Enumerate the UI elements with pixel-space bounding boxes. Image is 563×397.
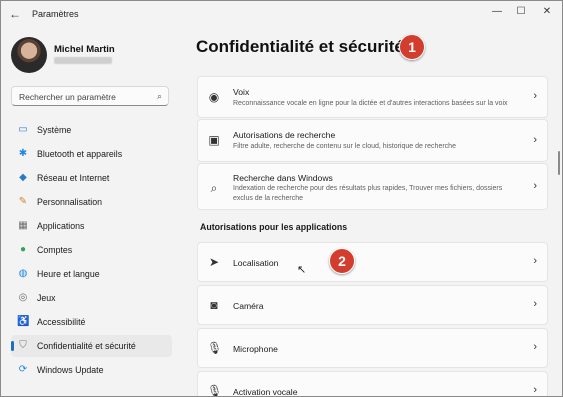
- shield-icon: ⛉: [19, 340, 27, 351]
- search-placeholder: Rechercher un paramètre: [19, 92, 116, 102]
- person-icon: ●: [19, 244, 27, 255]
- window-title: Paramètres: [32, 9, 79, 19]
- app-permission-card[interactable]: 🎙 Activation vocale ›: [197, 371, 548, 397]
- sidebar-item-label: Confidentialité et sécurité: [37, 341, 136, 351]
- title-bar: ← Paramètres — ☐ ✕: [1, 1, 562, 27]
- active-indicator: [11, 341, 14, 351]
- minimize-button[interactable]: —: [488, 5, 506, 19]
- search-input[interactable]: Rechercher un paramètre ⌕: [11, 86, 169, 106]
- section-heading-app-permissions: Autorisations pour les applications: [200, 222, 348, 232]
- card-title: Recherche dans Windows: [233, 173, 333, 183]
- card-title: Autorisations de recherche: [233, 130, 336, 140]
- voice-icon: ◉: [208, 90, 220, 104]
- location-icon: ➤: [208, 255, 220, 269]
- card-title: Microphone: [233, 344, 278, 354]
- search-permissions-icon: ▣: [208, 133, 220, 147]
- brush-icon: ✎: [18, 196, 28, 207]
- gamepad-icon: ◎: [18, 292, 28, 303]
- update-icon: ⟳: [18, 364, 28, 375]
- user-email-blurred: [54, 57, 112, 64]
- sidebar-item[interactable]: ● Comptes: [11, 239, 172, 261]
- sidebar-item[interactable]: ▦ Applications: [11, 215, 172, 237]
- chevron-right-icon: ›: [533, 341, 537, 353]
- card-description: Filtre adulte, recherche de contenu sur …: [233, 143, 456, 150]
- annotation-badge-2: 2: [329, 248, 355, 274]
- camera-icon: ◙: [210, 298, 218, 312]
- sidebar-item-label: Système: [37, 125, 72, 135]
- sidebar-item-label: Comptes: [37, 245, 73, 255]
- chevron-right-icon: ›: [533, 298, 537, 310]
- settings-card[interactable]: ▣ Autorisations de recherche Filtre adulte…: [197, 119, 548, 162]
- sidebar-item[interactable]: ◎ Jeux: [11, 287, 172, 309]
- card-title: Caméra: [233, 301, 264, 311]
- sidebar-item[interactable]: ✱ Bluetooth et appareils: [11, 143, 172, 165]
- card-description: Indexation de recherche pour des résulta…: [233, 185, 503, 202]
- card-title: Voix: [233, 87, 250, 97]
- mouse-cursor-icon: ↖: [297, 264, 307, 276]
- sidebar-item-label: Personnalisation: [37, 197, 103, 207]
- sidebar-item-label: Bluetooth et appareils: [37, 149, 123, 159]
- avatar[interactable]: [11, 37, 47, 73]
- wifi-icon: ◆: [19, 172, 27, 183]
- app-permission-card[interactable]: 🎙 Microphone ›: [197, 328, 548, 368]
- sidebar-item[interactable]: ⟳ Windows Update: [11, 359, 172, 381]
- back-arrow-icon[interactable]: ←: [9, 7, 23, 21]
- card-description: Reconnaissance vocale en ligne pour la d…: [233, 100, 508, 107]
- app-permission-card[interactable]: ◙ Caméra ›: [197, 285, 548, 325]
- sidebar-item[interactable]: ▭ Système: [11, 119, 172, 141]
- settings-card[interactable]: ◉ Voix Reconnaissance vocale en ligne pour…: [197, 76, 548, 118]
- sidebar-item[interactable]: ◍ Heure et langue: [11, 263, 172, 285]
- app-permission-card[interactable]: ➤ Localisation ›: [197, 242, 548, 282]
- sidebar-item-label: Heure et langue: [37, 269, 100, 279]
- chevron-right-icon: ›: [533, 255, 537, 267]
- bluetooth-icon: ✱: [18, 148, 28, 159]
- apps-icon: ▦: [18, 220, 28, 231]
- scrollbar-thumb[interactable]: [558, 151, 560, 175]
- chevron-right-icon: ›: [533, 90, 537, 102]
- search-icon[interactable]: ⌕: [157, 91, 162, 102]
- chevron-right-icon: ›: [533, 179, 537, 192]
- sidebar-item[interactable]: ✎ Personnalisation: [11, 191, 172, 213]
- sidebar-item-label: Jeux: [37, 293, 56, 303]
- close-button[interactable]: ✕: [538, 5, 556, 19]
- sidebar-item-label: Windows Update: [37, 365, 104, 375]
- settings-window: ← Paramètres — ☐ ✕ Michel Martin Recherc…: [0, 0, 563, 397]
- sidebar-item[interactable]: ◆ Réseau et Internet: [11, 167, 172, 189]
- sidebar-item-label: Accessibilité: [37, 317, 86, 327]
- sidebar-item[interactable]: ♿ Accessibilité: [11, 311, 172, 333]
- annotation-badge-1: 1: [399, 34, 425, 60]
- user-name: Michel Martin: [54, 44, 115, 55]
- sidebar-item-label: Réseau et Internet: [37, 173, 110, 183]
- monitor-icon: ▭: [18, 124, 28, 135]
- chevron-right-icon: ›: [533, 384, 537, 396]
- accessibility-icon: ♿: [17, 316, 30, 327]
- sidebar-item-label: Applications: [37, 221, 85, 231]
- maximize-button[interactable]: ☐: [512, 5, 530, 19]
- microphone-icon: 🎙: [207, 341, 223, 355]
- card-title: Localisation: [233, 258, 279, 268]
- settings-card[interactable]: ⌕ Recherche dans Windows Indexation de rec…: [197, 163, 548, 210]
- voice-activation-icon: 🎙: [207, 384, 223, 397]
- windows-search-icon: ⌕: [210, 181, 218, 195]
- globe-clock-icon: ◍: [18, 268, 28, 279]
- card-title: Activation vocale: [233, 387, 298, 397]
- page-title: Confidentialité et sécurité: [196, 37, 404, 56]
- chevron-right-icon: ›: [533, 133, 537, 146]
- sidebar-item[interactable]: ⛉ Confidentialité et sécurité: [11, 335, 172, 357]
